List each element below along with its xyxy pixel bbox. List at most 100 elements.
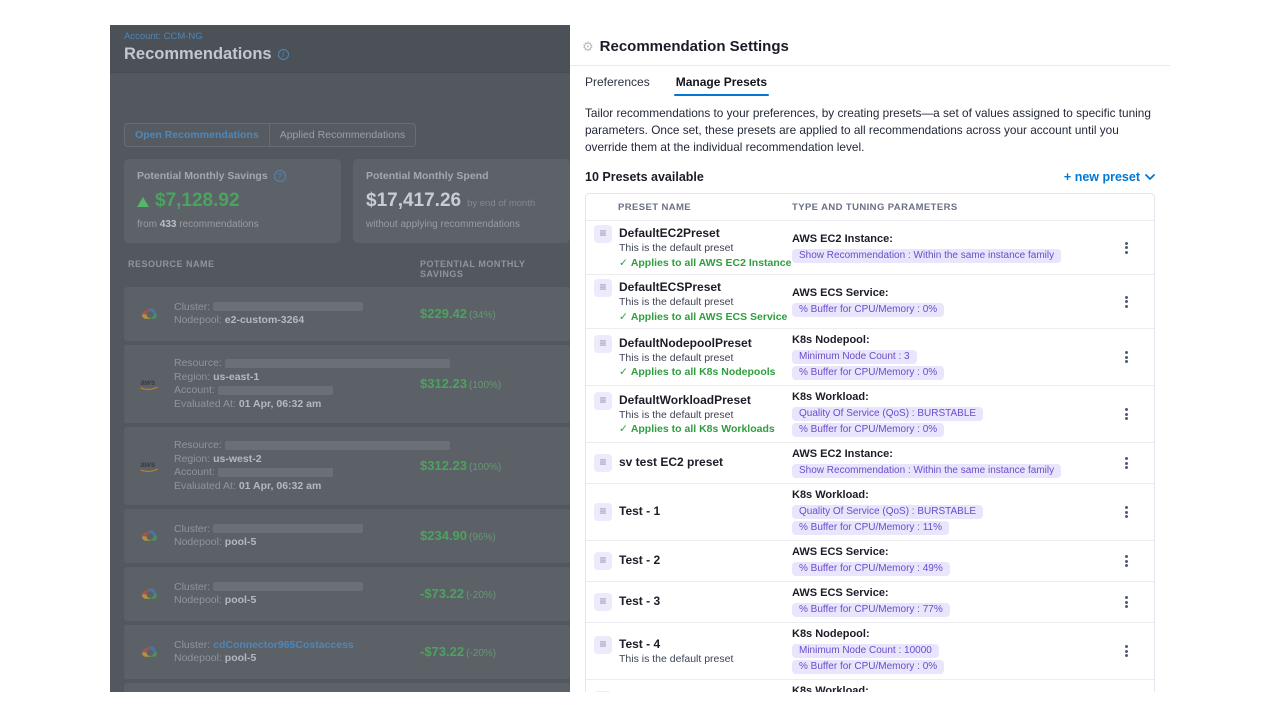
kebab-menu-icon[interactable] (1119, 592, 1134, 613)
kebab-menu-icon[interactable] (1119, 404, 1134, 425)
column-header-resource-name: RESOURCE NAME (124, 259, 420, 279)
preset-row: ≡ DefaultEC2Preset This is the default p… (586, 220, 1154, 274)
tab-applied-recommendations[interactable]: Applied Recommendations (269, 124, 416, 146)
savings-amount: $312.23 (420, 458, 467, 473)
savings-value: $7,128.92 (155, 190, 240, 212)
svg-text:aws: aws (140, 378, 155, 387)
preset-row: ≡ Test - 3 AWS ECS Service: % Buffer for… (586, 581, 1154, 622)
column-header-tuning-parameters: TYPE AND TUNING PARAMETERS (792, 202, 1142, 213)
table-row[interactable]: Cluster: Nodepool: pool-5 $234.90(96%) (124, 509, 570, 563)
preset-row: ≡ DefaultWorkloadPreset This is the defa… (586, 385, 1154, 442)
app-window: Account: CCM-NG Recommendations i Open R… (110, 25, 1170, 692)
svg-text:aws: aws (140, 460, 155, 469)
preset-list-icon: ≡ (594, 392, 612, 410)
savings-sub-text: from 433 recommendations (137, 219, 328, 230)
redacted-value (225, 441, 450, 450)
table-row[interactable]: Cluster: cdConnector965Costaccess Nodepo… (124, 625, 570, 679)
savings-percent: (96%) (469, 532, 496, 543)
savings-percent: (34%) (469, 310, 496, 321)
spend-sub-text: without applying recommendations (366, 219, 557, 230)
potential-monthly-spend-card: Potential Monthly Spend $17,417.26 by en… (353, 159, 570, 243)
table-row[interactable]: Cluster: Nodepool: pool-5 -$73.22(-20%) (124, 567, 570, 621)
kebab-menu-icon[interactable] (1119, 291, 1134, 312)
tuning-parameter-badge: Minimum Node Count : 3 (792, 350, 917, 364)
tab-open-recommendations[interactable]: Open Recommendations (125, 124, 269, 146)
chevron-down-icon (1145, 174, 1155, 180)
check-icon: ✓ (619, 311, 628, 323)
preset-list-icon: ≡ (594, 454, 612, 472)
aws-icon: aws (134, 458, 166, 474)
column-header-preset-name: PRESET NAME (594, 202, 792, 213)
tuning-parameter-badge: % Buffer for CPU/Memory : 0% (792, 423, 944, 437)
page-header: Account: CCM-NG Recommendations i (110, 25, 570, 73)
presets-count-label: 10 Presets available (585, 170, 704, 184)
gcp-icon (134, 529, 166, 543)
kebab-menu-icon[interactable] (1119, 237, 1134, 258)
preset-list-icon: ≡ (594, 552, 612, 570)
cluster-link[interactable]: cdConnector965Costaccess (213, 639, 354, 651)
presets-table: PRESET NAME TYPE AND TUNING PARAMETERS ≡… (585, 193, 1155, 692)
savings-amount: -$73.22 (420, 586, 464, 601)
redacted-value (218, 468, 333, 477)
redacted-value (218, 386, 333, 395)
preset-list-icon: ≡ (594, 636, 612, 654)
potential-monthly-savings-card: Potential Monthly Savings ? $7,128.92 fr… (124, 159, 341, 243)
tuning-parameter-badge: % Buffer for CPU/Memory : 0% (792, 660, 944, 674)
redacted-value (213, 524, 363, 533)
help-icon[interactable]: ? (274, 170, 286, 182)
tuning-parameter-badge: Show Recommendation : Within the same in… (792, 464, 1061, 478)
column-header-potential-savings: POTENTIAL MONTHLY SAVINGS (420, 259, 570, 279)
gcp-icon (134, 587, 166, 601)
tuning-parameter-badge: Minimum Node Count : 10000 (792, 644, 939, 658)
savings-percent: (100%) (469, 462, 501, 473)
table-row[interactable]: Cluster: Nodepool: e2-custom-3264 $229.4… (124, 287, 570, 341)
preset-row: ≡ DefaultECSPreset This is the default p… (586, 274, 1154, 328)
preset-row: ≡ sv test EC2 preset AWS EC2 Instance: S… (586, 442, 1154, 483)
preset-list-icon: ≡ (594, 691, 612, 692)
preset-list-icon: ≡ (594, 335, 612, 353)
recommendation-settings-drawer: ⚙ Recommendation Settings Preferences Ma… (570, 25, 1170, 692)
tab-preferences[interactable]: Preferences (585, 75, 650, 96)
preset-list-icon: ≡ (594, 279, 612, 297)
preset-list-icon: ≡ (594, 225, 612, 243)
kebab-menu-icon[interactable] (1119, 502, 1134, 523)
kebab-menu-icon[interactable] (1119, 453, 1134, 474)
info-icon[interactable]: i (278, 49, 289, 60)
tuning-parameter-badge: % Buffer for CPU/Memory : 11% (792, 521, 949, 535)
table-row[interactable]: aws Resource: Region: us-west-2 Account:… (124, 427, 570, 505)
table-row[interactable]: Cluster: cdConnector8590Costaccess Nodep… (124, 683, 570, 692)
spend-value: $17,417.26 (366, 190, 461, 212)
page-title: Recommendations (124, 45, 272, 64)
table-row[interactable]: aws Resource: Region: us-east-1 Account:… (124, 345, 570, 423)
account-breadcrumb[interactable]: Account: CCM-NG (124, 31, 556, 42)
savings-percent: (-20%) (466, 648, 496, 659)
recommendations-page-dimmed: Account: CCM-NG Recommendations i Open R… (110, 25, 570, 692)
preset-row: ≡ Test - 4 This is the default preset K8… (586, 622, 1154, 679)
savings-percent: (100%) (469, 380, 501, 391)
kebab-menu-icon[interactable] (1119, 641, 1134, 662)
kebab-menu-icon[interactable] (1119, 551, 1134, 572)
tuning-parameter-badge: % Buffer for CPU/Memory : 49% (792, 562, 950, 576)
tuning-parameter-badge: % Buffer for CPU/Memory : 0% (792, 366, 944, 380)
preset-row: ≡ DefaultNodepoolPreset This is the defa… (586, 328, 1154, 385)
preset-row: ≡ TestRaj K8s Workload: Quality Of Servi… (586, 679, 1154, 692)
check-icon: ✓ (619, 423, 628, 435)
presets-description: Tailor recommendations to your preferenc… (585, 105, 1155, 155)
savings-card-label: Potential Monthly Savings (137, 170, 268, 182)
gear-icon: ⚙ (582, 40, 594, 53)
check-icon: ✓ (619, 257, 628, 269)
kebab-menu-icon[interactable] (1119, 347, 1134, 368)
redacted-value (225, 359, 450, 368)
settings-tabs: Preferences Manage Presets (585, 66, 1155, 96)
redacted-value (213, 302, 363, 311)
redacted-value (213, 582, 363, 591)
preset-list-icon: ≡ (594, 503, 612, 521)
tuning-parameter-badge: Show Recommendation : Within the same in… (792, 249, 1061, 263)
gcp-icon (134, 645, 166, 659)
preset-row: ≡ Test - 2 AWS ECS Service: % Buffer for… (586, 540, 1154, 581)
tab-manage-presets[interactable]: Manage Presets (676, 75, 767, 96)
tuning-parameter-badge: Quality Of Service (QoS) : BURSTABLE (792, 505, 983, 519)
kebab-menu-icon[interactable] (1119, 690, 1134, 692)
new-preset-button[interactable]: + new preset (1064, 170, 1155, 184)
savings-amount: -$73.22 (420, 644, 464, 659)
